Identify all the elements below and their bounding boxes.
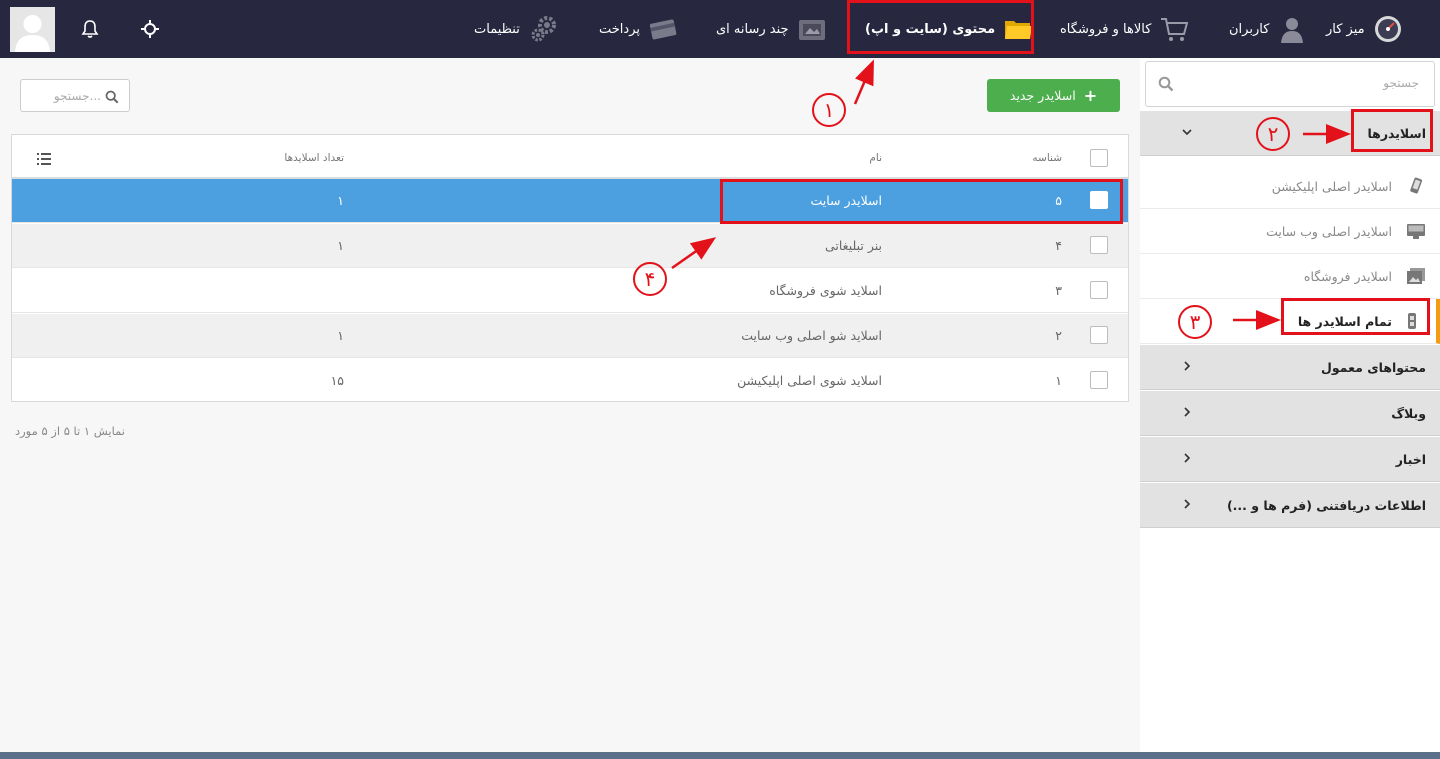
row-id: ۴ [1055,238,1062,253]
sidebar-section-blog[interactable]: وبلاگ [1140,391,1440,436]
mobile-icon [1406,176,1426,196]
sidebar-item-app-slider[interactable]: اسلایدر اصلی اپلیکیشن [1140,164,1440,209]
nav-payment-label: پرداخت [599,21,640,37]
sidebar-section-label: اخبار [1395,451,1426,467]
annotation-box-content-nav [847,0,1034,54]
row-count: ۱۵ [330,373,344,388]
row-count: ۱ [337,238,344,253]
nav-payment[interactable]: پرداخت [599,0,678,58]
table-row[interactable]: ۲ اسلاید شو اصلی وب سایت ۱ [12,314,1128,358]
monitor-icon [1406,221,1426,241]
sliders-table: شناسه نام تعداد اسلایدها ۵ اسلایدر سایت … [11,134,1129,402]
annotation-number-4: ۴ [633,262,667,296]
table-row[interactable]: ۳ اسلاید شوی فروشگاه [12,269,1128,313]
row-checkbox[interactable] [1090,371,1108,389]
list-columns-icon[interactable] [37,150,51,169]
pagination-summary: نمایش ۱ تا ۵ از ۵ مورد [15,424,125,438]
chevron-left-icon [1182,360,1192,375]
user-icon [1277,14,1307,44]
plus-icon: + [1083,86,1098,105]
annotation-arrow-1 [853,59,874,105]
nav-multimedia-label: چند رسانه ای [716,21,789,37]
media-icon [797,14,827,44]
nav-dashboard[interactable]: میز کار [1326,0,1403,58]
chevron-left-icon [1182,498,1192,513]
search-icon [105,89,119,108]
row-checkbox[interactable] [1090,281,1108,299]
nav-settings-label: تنظیمات [474,21,520,37]
gears-icon [528,14,558,44]
row-name[interactable]: اسلاید شو اصلی وب سایت [741,328,882,343]
annotation-number-2: ۲ [1256,117,1290,151]
nav-users[interactable]: کاربران [1229,0,1307,58]
bell-icon[interactable] [79,18,101,40]
os-taskbar [0,752,1440,759]
sidebar: جستجو اسلایدرها اسلایدر اصلی اپلیکیشن اس… [1140,58,1440,759]
sidebar-search-input[interactable]: جستجو [1145,61,1435,107]
row-count: ۱ [337,193,344,208]
header-id[interactable]: شناسه [1032,152,1062,164]
image-icon [1406,266,1426,286]
annotation-box-sliders-section [1351,109,1433,152]
table-search-input[interactable]: جستجو... [20,79,130,112]
nav-dashboard-label: میز کار [1326,21,1365,37]
annotation-box-all-sliders [1281,298,1430,335]
top-navbar: میز کار کاربران کالاها و فروشگاه محتوی (… [0,0,1440,58]
sidebar-section-news[interactable]: اخبار [1140,437,1440,482]
sidebar-section-label: محتواهای معمول [1321,359,1426,375]
chevron-down-icon [1182,126,1192,141]
row-id: ۱ [1055,373,1062,388]
select-all-checkbox[interactable] [1090,149,1108,167]
row-name[interactable]: اسلاید شوی اصلی اپلیکیشن [737,373,882,388]
row-checkbox[interactable] [1090,236,1108,254]
nav-settings[interactable]: تنظیمات [474,0,558,58]
crosshair-icon[interactable] [139,18,161,40]
new-slider-button[interactable]: + اسلایدر جدید [987,79,1120,112]
nav-products-store[interactable]: کالاها و فروشگاه [1060,0,1189,58]
cart-icon [1159,14,1189,44]
table-header: شناسه نام تعداد اسلایدها [12,135,1128,179]
new-slider-button-label: اسلایدر جدید [1009,88,1076,103]
header-name[interactable]: نام [869,152,882,164]
sidebar-item-label: اسلایدر اصلی اپلیکیشن [1271,179,1392,194]
chevron-left-icon [1182,452,1192,467]
row-name[interactable]: بنر تبلیغاتی [825,238,882,253]
sidebar-section-common-content[interactable]: محتواهای معمول [1140,345,1440,390]
annotation-number-3: ۳ [1178,305,1212,339]
row-id: ۳ [1055,283,1062,298]
sidebar-item-label: اسلایدر فروشگاه [1303,269,1392,284]
table-row[interactable]: ۴ بنر تبلیغاتی ۱ [12,224,1128,268]
row-name[interactable]: اسلاید شوی فروشگاه [769,283,882,298]
search-icon [1158,76,1174,96]
sidebar-section-label: اطلاعات دریافتنی (فرم ها و ...) [1226,497,1426,513]
row-id: ۲ [1055,328,1062,343]
annotation-box-site-slider-row [720,179,1123,224]
sidebar-section-received-info[interactable]: اطلاعات دریافتنی (فرم ها و ...) [1140,483,1440,528]
dashboard-gauge-icon [1373,14,1403,44]
sidebar-item-label: اسلایدر اصلی وب سایت [1266,224,1392,239]
row-count: ۱ [337,328,344,343]
avatar[interactable] [10,7,55,52]
chevron-left-icon [1182,406,1192,421]
credit-card-icon [648,14,678,44]
sidebar-item-website-slider[interactable]: اسلایدر اصلی وب سایت [1140,209,1440,254]
sidebar-search-placeholder: جستجو [1383,76,1419,90]
annotation-number-1: ۱ [812,93,846,127]
header-count[interactable]: تعداد اسلایدها [284,152,344,164]
table-row[interactable]: ۱ اسلاید شوی اصلی اپلیکیشن ۱۵ [12,359,1128,403]
nav-products-store-label: کالاها و فروشگاه [1060,21,1152,37]
nav-multimedia[interactable]: چند رسانه ای [716,0,827,58]
row-checkbox[interactable] [1090,326,1108,344]
sidebar-item-store-slider[interactable]: اسلایدر فروشگاه [1140,254,1440,299]
nav-users-label: کاربران [1229,21,1270,37]
table-search-placeholder: جستجو... [53,89,101,103]
sidebar-section-label: وبلاگ [1391,405,1426,421]
